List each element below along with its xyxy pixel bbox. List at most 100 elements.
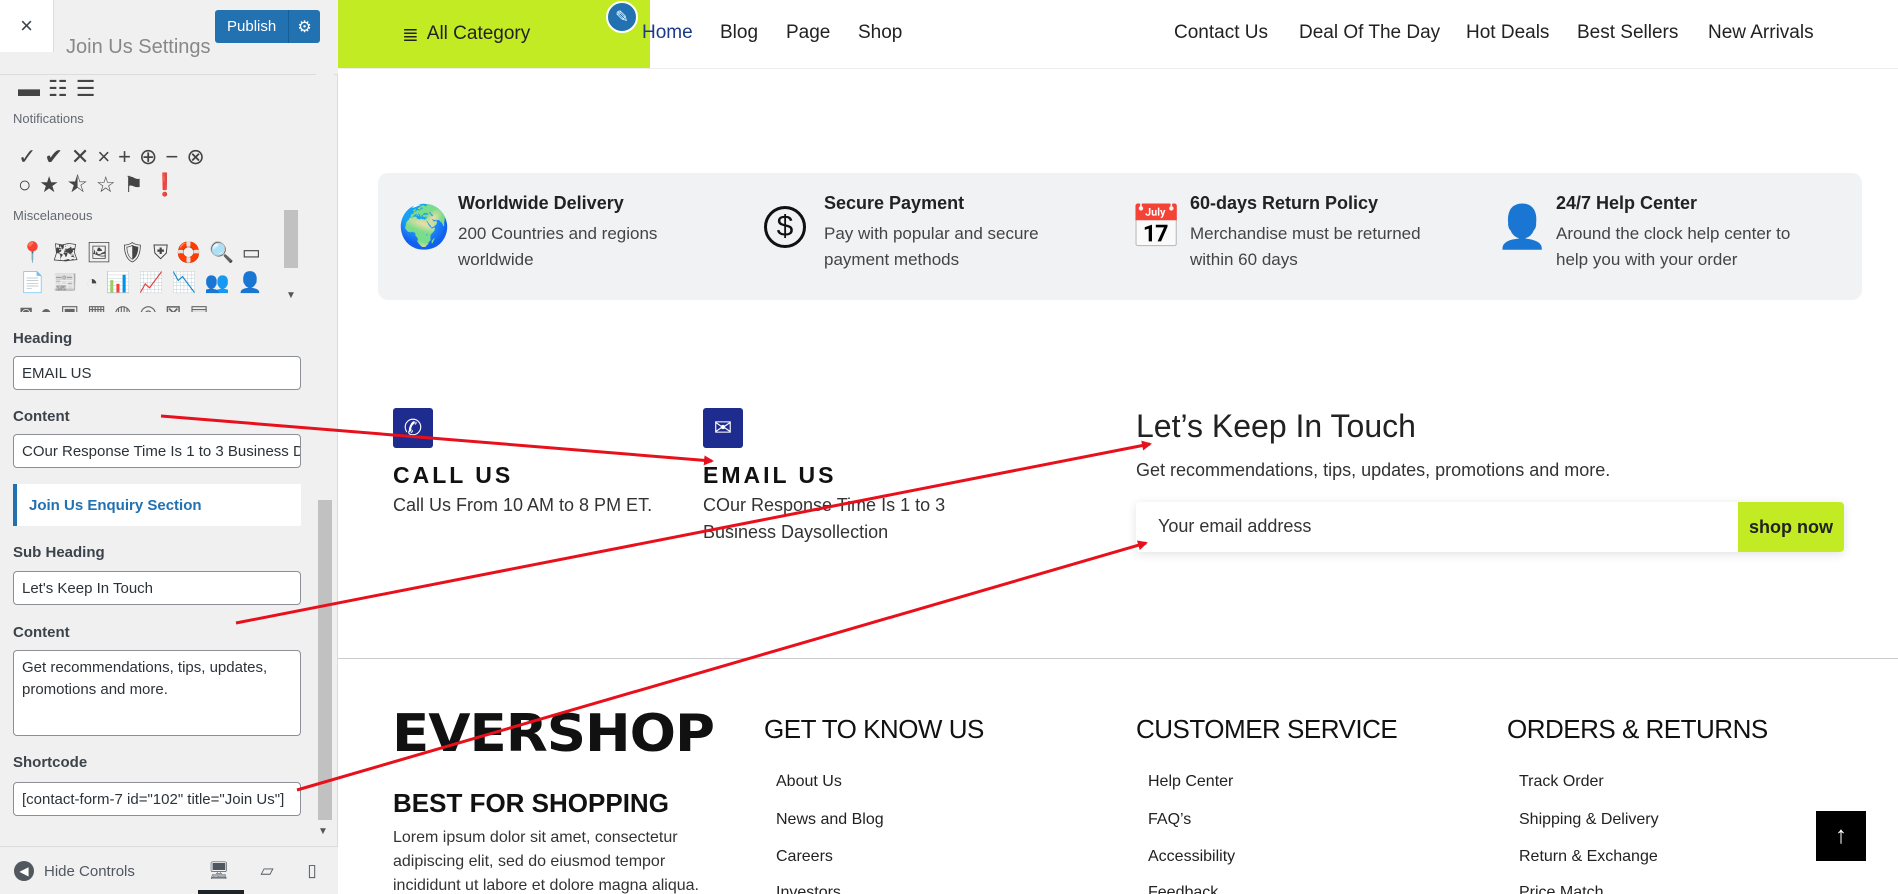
footer-link-feedback[interactable]: Feedback xyxy=(1148,884,1218,894)
back-to-top-button[interactable]: ↑ xyxy=(1816,811,1866,861)
footer-link-about-us[interactable]: About Us xyxy=(776,773,842,791)
feature-title: Secure Payment xyxy=(824,193,965,213)
picker-icon[interactable]: 🖼 xyxy=(86,240,111,266)
shop-now-button[interactable]: shop now xyxy=(1738,502,1844,552)
content-label: Content xyxy=(13,408,70,425)
nav-new-arrivals[interactable]: New Arrivals xyxy=(1708,22,1814,44)
nav-contact-us[interactable]: Contact Us xyxy=(1174,22,1268,44)
footer-link-news-blog[interactable]: News and Blog xyxy=(776,811,884,829)
picker-icon[interactable]: ○ xyxy=(18,172,31,198)
picker-icon[interactable]: 🛡 xyxy=(120,240,145,266)
picker-icon[interactable]: ◔ xyxy=(86,270,98,296)
publish-button[interactable]: Publish ⚙ xyxy=(215,10,320,43)
picker-icon[interactable]: 📈 xyxy=(139,270,164,296)
content2-label: Content xyxy=(13,624,70,641)
sidebar-scroll-thumb[interactable] xyxy=(318,500,332,820)
footer-link-investors[interactable]: Investors xyxy=(776,884,841,894)
misc-icon[interactable]: ▦ xyxy=(87,300,106,312)
gear-icon[interactable]: ⚙ xyxy=(288,10,320,43)
picker-icon[interactable]: ★ xyxy=(39,172,59,198)
active-device-indicator xyxy=(198,890,244,894)
picker-icon[interactable]: ✕ xyxy=(71,144,89,170)
picker-icon[interactable]: ▭ xyxy=(242,240,261,266)
shortcode-input[interactable]: [contact-form-7 id="102" title="Join Us"… xyxy=(13,782,301,816)
picker-icon[interactable]: ✓ xyxy=(18,144,36,170)
footer-link-shipping[interactable]: Shipping & Delivery xyxy=(1519,811,1659,829)
nav-blog[interactable]: Blog xyxy=(720,22,758,44)
footer-link-price-match[interactable]: Price Match xyxy=(1519,884,1603,894)
footer-link-return-exchange[interactable]: Return & Exchange xyxy=(1519,848,1658,866)
nav-best-sellers[interactable]: Best Sellers xyxy=(1577,22,1678,44)
table-icon[interactable]: ☷ xyxy=(48,76,68,102)
features-bar: 🌍 Worldwide Delivery 200 Countries and r… xyxy=(378,173,1862,300)
footer-link-help-center[interactable]: Help Center xyxy=(1148,773,1233,791)
footer-link-careers[interactable]: Careers xyxy=(776,848,833,866)
all-category-button[interactable]: ≣ All Category xyxy=(338,0,650,68)
picker-icon[interactable]: 🔍 xyxy=(209,240,234,266)
nav-shop[interactable]: Shop xyxy=(858,22,902,44)
picker-icon[interactable]: ⊕ xyxy=(139,144,157,170)
picker-icon[interactable]: 📉 xyxy=(172,270,197,296)
picker-icon[interactable]: 🛟 xyxy=(176,240,201,266)
feature-desc: Pay with popular and secure payment meth… xyxy=(824,224,1039,269)
picker-icon[interactable]: 🗺 xyxy=(53,240,78,266)
join-us-enquiry-section[interactable]: Join Us Enquiry Section xyxy=(13,484,301,526)
picker-icon[interactable]: 📰 xyxy=(53,270,78,296)
picker-icon[interactable]: − xyxy=(165,144,178,170)
heading-input[interactable]: EMAIL US xyxy=(13,356,301,390)
misc-icon[interactable]: ◙ xyxy=(20,300,32,312)
globe-icon: 🌍 xyxy=(398,203,451,250)
footer-link-track-order[interactable]: Track Order xyxy=(1519,773,1604,791)
picker-icon[interactable]: × xyxy=(97,144,110,170)
desktop-preview-icon[interactable]: 🖥 xyxy=(206,859,232,883)
content-input[interactable]: COur Response Time Is 1 to 3 Business Da… xyxy=(13,434,301,468)
picker-icon[interactable]: ⯪ xyxy=(67,172,88,198)
all-category-label: All Category xyxy=(426,23,531,44)
picker-icon[interactable]: 📍 xyxy=(20,240,45,266)
picker-icon[interactable]: + xyxy=(118,144,131,170)
picker-icon[interactable]: 📊 xyxy=(106,270,131,296)
picker-icon[interactable]: ☆ xyxy=(96,172,116,198)
feature-desc: 200 Countries and regions worldwide xyxy=(458,224,658,269)
picker-icon[interactable]: ⚑ xyxy=(124,172,144,198)
nav-page[interactable]: Page xyxy=(786,22,830,44)
misc-icon[interactable]: ▤ xyxy=(190,300,209,312)
picker-icon[interactable]: 👤 xyxy=(238,270,263,296)
nav-home[interactable]: Home xyxy=(642,22,693,44)
header-divider xyxy=(338,68,1898,69)
feature-title: 24/7 Help Center xyxy=(1556,193,1698,213)
misc-icon[interactable]: ● xyxy=(40,300,52,312)
misc-icon[interactable]: ◍ xyxy=(114,300,131,312)
sub-heading-input[interactable]: Let's Keep In Touch xyxy=(13,571,301,605)
picker-icon[interactable]: 👥 xyxy=(205,270,230,296)
align-left-icon[interactable]: ☰ xyxy=(76,76,96,102)
icon-row-misc-1: 📍 🗺 🖼 🛡 ⛨ 🛟 🔍 ▭ xyxy=(20,240,261,266)
feature-title: Worldwide Delivery xyxy=(458,193,624,213)
scroll-down-icon[interactable]: ▼ xyxy=(318,826,328,837)
feature-title: 60-days Return Policy xyxy=(1190,193,1379,213)
misc-icon[interactable]: ⊠ xyxy=(165,300,182,312)
close-button[interactable]: × xyxy=(0,0,54,52)
footer-tagline: BEST FOR SHOPPING xyxy=(393,788,669,818)
publish-label: Publish xyxy=(227,18,277,35)
mobile-preview-icon[interactable]: ▯ xyxy=(299,859,325,883)
picker-icon[interactable]: 📄 xyxy=(20,270,45,296)
footer-link-accessibility[interactable]: Accessibility xyxy=(1148,848,1235,866)
nav-deal-of-the-day[interactable]: Deal Of The Day xyxy=(1299,22,1440,44)
tablet-preview-icon[interactable]: ▱ xyxy=(254,859,280,883)
layout-icon[interactable]: ▬ xyxy=(18,76,40,102)
email-input[interactable]: Your email address xyxy=(1158,516,1311,537)
picker-icon[interactable]: ❗ xyxy=(151,172,178,198)
picker-icon[interactable]: ⊗ xyxy=(186,144,204,170)
misc-icon[interactable]: ◎ xyxy=(139,300,156,312)
picker-icon[interactable]: ✔ xyxy=(44,144,62,170)
misc-icon[interactable]: ▣ xyxy=(60,300,79,312)
edit-pencil-icon[interactable]: ✎ xyxy=(606,1,638,33)
footer-link-faqs[interactable]: FAQ’s xyxy=(1148,811,1191,829)
call-us-desc: Call Us From 10 AM to 8 PM ET. xyxy=(393,495,653,515)
nav-hot-deals[interactable]: Hot Deals xyxy=(1466,22,1549,44)
picker-icon[interactable]: ⛨ xyxy=(153,240,168,266)
hide-controls-button[interactable]: ◀ Hide Controls xyxy=(14,861,135,881)
content-textarea[interactable]: Get recommendations, tips, updates, prom… xyxy=(13,650,301,736)
site-logo[interactable]: EVERSHOP xyxy=(392,704,715,764)
